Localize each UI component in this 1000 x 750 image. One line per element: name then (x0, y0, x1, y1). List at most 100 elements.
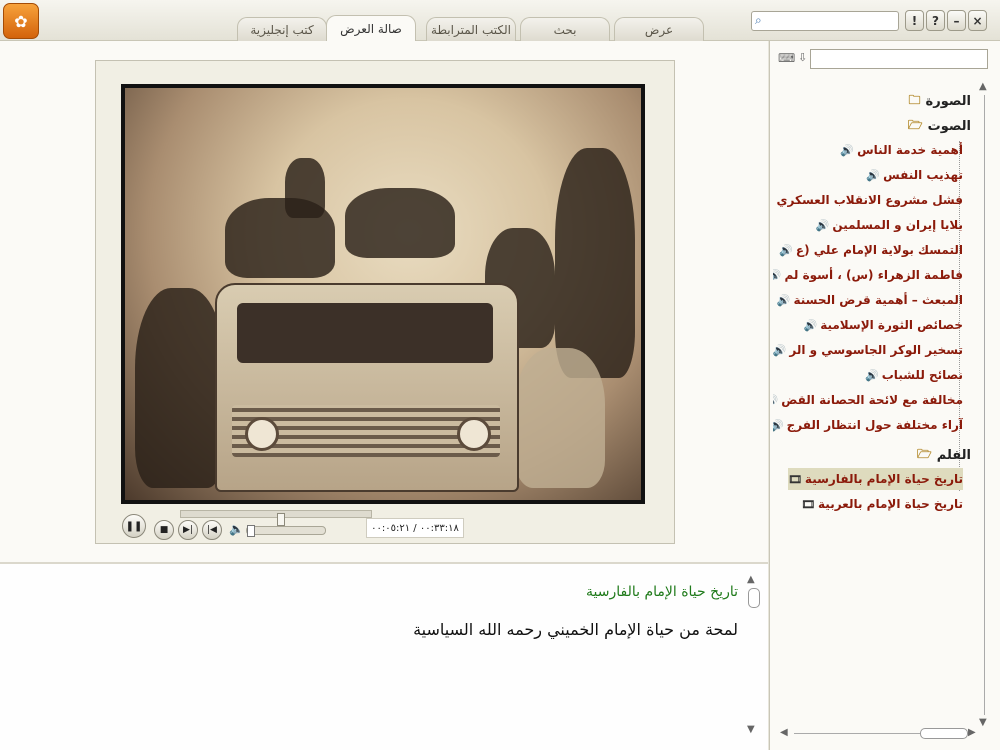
folder-images[interactable]: الصورة 🗀 (909, 91, 971, 112)
audio-item[interactable]: التمسك بولاية الإمام علي (ع 🔊 (779, 239, 963, 261)
audio-item[interactable]: آراء مختلفة حول انتظار الفرج 🔊 (773, 414, 963, 436)
audio-item[interactable]: مخالفة مع لائحة الحصانة القض🔊 (773, 389, 963, 411)
truck-lamp (457, 417, 491, 451)
minimize-button[interactable]: – (947, 10, 966, 31)
volume-slider[interactable] (246, 525, 326, 537)
item-label: بلايا إيران و المسلمين (832, 218, 963, 232)
previous-button[interactable]: |◀ (202, 520, 222, 540)
tree-horizontal-scrollbar[interactable]: ◀ ▶ (780, 727, 980, 741)
audio-item[interactable]: تسخير الوكر الجاسوسي و الر 🔊 (773, 339, 963, 361)
scroll-down-arrow[interactable]: ▼ (979, 717, 987, 728)
item-label: مخالفة مع لائحة الحصانة القض (781, 393, 963, 407)
tab-related-books[interactable]: الكتب المترابطة (426, 17, 516, 41)
audio-item[interactable]: تهذيب النفس 🔊 (866, 164, 963, 186)
video-figure (345, 188, 455, 258)
audio-item[interactable]: المبعث – أهمية قرض الحسنة 🔊 (777, 289, 963, 311)
caption-scrollbar[interactable]: ▲ ▼ (745, 574, 761, 740)
video-figure (285, 158, 325, 218)
item-label: خصائص الثورة الإسلامية (820, 318, 963, 332)
video-figure (555, 148, 635, 378)
film-icon: 🎞 (801, 497, 816, 511)
help-button[interactable]: ? (926, 10, 945, 31)
scroll-up-arrow[interactable]: ▲ (979, 81, 987, 92)
tab-english-books[interactable]: كتب إنجليزية (237, 17, 327, 41)
keyboard-icon[interactable]: ⌨ (778, 51, 795, 65)
speaker-icon: 🔊 (773, 394, 778, 407)
item-label: تهذيب النفس (883, 168, 963, 182)
tab-view[interactable]: عرض (614, 17, 704, 41)
speaker-icon: 🔊 (840, 143, 855, 157)
audio-item[interactable]: فاطمة الزهراء (س) ، أسوة لم 🔊 (773, 264, 963, 286)
scroll-up-arrow[interactable]: ▲ (747, 574, 755, 585)
film-item[interactable]: تاريخ حياة الإمام بالفارسية 🎞 (787, 468, 963, 490)
video-display[interactable] (121, 84, 645, 504)
speaker-icon: 🔊 (865, 368, 879, 382)
video-truck (215, 283, 519, 492)
item-label: تاريخ حياة الإمام بالعربية (818, 497, 963, 511)
speaker-icon: 🔊 (779, 243, 793, 257)
folder-label: الصورة (925, 94, 971, 109)
item-label: فاطمة الزهراء (س) ، أسوة لم (784, 268, 963, 282)
folder-open-icon: 🗁 (907, 118, 923, 132)
volume-icon[interactable]: 🔈 (229, 522, 244, 536)
speaker-icon: 🔊 (866, 168, 881, 182)
top-toolbar: ✿ كتب إنجليزية صالة العرض الكتب المترابط… (0, 0, 1000, 42)
player-controls: ❚❚ ■ ▶| |◀ 🔈 ٠٠:٣٣:١٨ / ٠٠:٠٥:٢١ (118, 505, 648, 541)
seek-thumb[interactable] (277, 513, 285, 526)
tab-search[interactable]: بحث (520, 17, 610, 41)
speaker-icon: 🔊 (815, 218, 830, 232)
app-logo: ✿ (3, 3, 39, 39)
film-item[interactable]: تاريخ حياة الإمام بالعربية 🎞 (801, 493, 963, 515)
audio-item[interactable]: فشل مشروع الانقلاب العسكري🔊 (773, 189, 963, 211)
audio-item[interactable]: بلايا إيران و المسلمين 🔊 (816, 214, 963, 236)
scroll-right-arrow[interactable]: ▶ (968, 727, 976, 738)
audio-item[interactable]: خصائص الثورة الإسلامية 🔊 (803, 314, 963, 336)
scroll-down-arrow[interactable]: ▼ (747, 724, 755, 735)
caption-title: تاريخ حياة الإمام بالفارسية (586, 584, 738, 600)
caption-text: لمحة من حياة الإمام الخميني رحمه الله ال… (413, 620, 738, 639)
speaker-icon: 🔊 (773, 268, 782, 282)
audio-item[interactable]: أهمية خدمة الناس 🔊 (840, 139, 963, 161)
search-icon: ⌕ (755, 13, 762, 27)
truck-lamp (245, 417, 279, 451)
speaker-icon: 🔊 (773, 343, 787, 357)
pause-button[interactable]: ❚❚ (122, 514, 146, 538)
alert-button[interactable]: ! (905, 10, 924, 31)
item-label: نصائح للشباب (881, 368, 963, 382)
tab-gallery[interactable]: صالة العرض (326, 15, 416, 42)
time-display: ٠٠:٣٣:١٨ / ٠٠:٠٥:٢١ (366, 518, 464, 538)
video-figure (135, 288, 225, 488)
scroll-thumb[interactable] (748, 588, 760, 608)
folder-open-icon: 🗁 (916, 447, 932, 461)
item-label: المبعث – أهمية قرض الحسنة (793, 293, 963, 307)
item-label: التمسك بولاية الإمام علي (ع (795, 243, 963, 257)
filter-input[interactable] (810, 49, 988, 69)
folder-label: الفلم (936, 448, 971, 463)
folder-label: الصوت (927, 119, 971, 134)
volume-thumb[interactable] (247, 525, 255, 537)
speaker-icon: 🔊 (803, 318, 818, 332)
scroll-thumb[interactable] (920, 728, 968, 739)
search-input[interactable]: ⌕ (751, 11, 899, 31)
stop-button[interactable]: ■ (154, 520, 174, 540)
item-label: أهمية خدمة الناس (857, 143, 963, 157)
item-label: فشل مشروع الانقلاب العسكري (776, 193, 963, 207)
arrow-down-icon[interactable]: ⇩ (798, 51, 807, 64)
video-figure (515, 348, 605, 488)
folder-film[interactable]: الفلم 🗁 (917, 445, 971, 466)
item-label: تسخير الوكر الجاسوسي و الر (789, 343, 963, 357)
item-label: آراء مختلفة حول انتظار الفرج (786, 418, 963, 432)
folder-audio[interactable]: الصوت 🗁 (908, 116, 971, 137)
truck-window (237, 303, 493, 363)
tree-vertical-scrollbar[interactable]: ▲ ▼ (979, 81, 991, 731)
tree-panel: ⌨ ⇩ الصورة 🗀 الصوت 🗁 أهمية خدمة الناس 🔊 ت… (769, 41, 1000, 750)
audio-item[interactable]: نصائح للشباب 🔊 (865, 364, 963, 386)
caption-panel: تاريخ حياة الإمام بالفارسية لمحة من حياة… (0, 564, 768, 750)
next-button[interactable]: ▶| (178, 520, 198, 540)
scroll-left-arrow[interactable]: ◀ (780, 727, 788, 738)
close-button[interactable]: × (968, 10, 987, 31)
item-label: تاريخ حياة الإمام بالفارسية (804, 472, 963, 486)
seek-bar[interactable] (180, 510, 372, 526)
speaker-icon: 🔊 (773, 194, 774, 207)
speaker-icon: 🔊 (773, 418, 784, 432)
